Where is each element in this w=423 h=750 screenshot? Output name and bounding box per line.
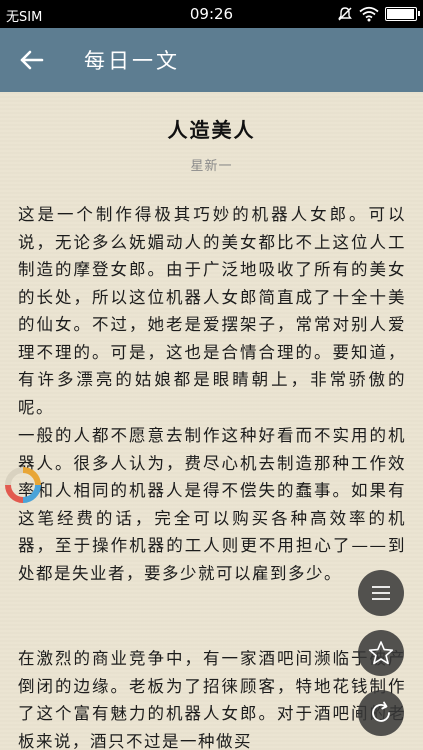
refresh-button[interactable] bbox=[358, 690, 404, 736]
mute-icon bbox=[338, 7, 352, 21]
status-icons bbox=[337, 4, 420, 24]
article-paragraph: 在激烈的商业竞争中，有一家酒吧间濒临于破产倒闭的边缘。老板为了招徕顾客，特地花钱… bbox=[18, 649, 406, 750]
article-paragraph: 这是一个制作得极其巧妙的机器人女郎。可以说，无论多么妩媚动人的美女都比不上这位人… bbox=[18, 205, 406, 417]
article-title: 人造美人 bbox=[167, 118, 256, 142]
status-bar: 无SIM 09:26 bbox=[0, 0, 423, 28]
back-button[interactable] bbox=[12, 42, 50, 78]
page-title: 每日一文 bbox=[84, 49, 180, 73]
menu-button[interactable] bbox=[358, 570, 404, 616]
wifi-icon bbox=[359, 6, 379, 22]
color-ring-icon bbox=[5, 467, 41, 503]
article-author: 星新一 bbox=[190, 159, 233, 174]
article-paragraph: 一般的人都不愿意去制作这种好看而不实用的机器人。很多人认为，费尽心机去制造那种工… bbox=[18, 426, 406, 583]
app-bar: 每日一文 bbox=[0, 28, 423, 92]
arrow-left-icon bbox=[20, 50, 44, 70]
battery-icon bbox=[385, 7, 420, 21]
favorite-button[interactable] bbox=[358, 630, 404, 676]
star-icon bbox=[368, 641, 394, 665]
floating-ring-button[interactable] bbox=[3, 465, 43, 505]
menu-icon bbox=[372, 586, 390, 600]
refresh-icon bbox=[372, 701, 390, 722]
